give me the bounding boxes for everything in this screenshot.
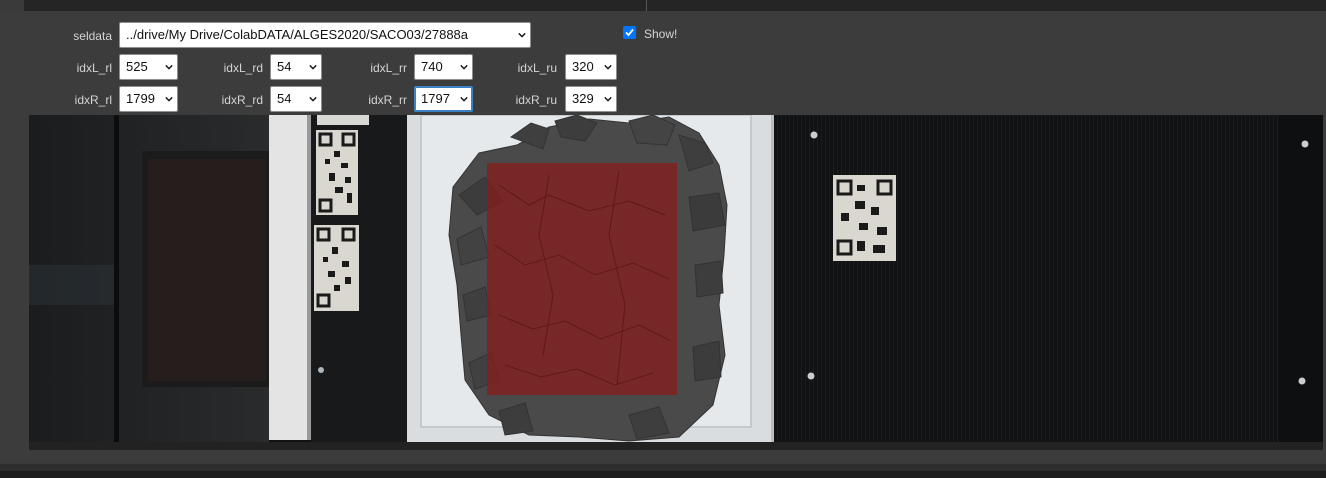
chevron-down-icon xyxy=(165,96,173,102)
chevron-down-icon xyxy=(604,64,612,70)
idxL-rr-value: 740 xyxy=(421,59,443,74)
sample-photo xyxy=(29,115,1323,450)
idxR-rd-label: idxR_rd xyxy=(221,93,263,107)
idxR-rr-dropdown[interactable]: 1797 xyxy=(414,86,473,112)
top-panel-strip xyxy=(0,0,1326,11)
qr-code-3 xyxy=(833,175,896,261)
chevron-down-icon xyxy=(460,96,468,102)
bottom-panel-divider xyxy=(0,459,1326,464)
chevron-down-icon xyxy=(518,32,526,38)
checkmark-icon xyxy=(625,28,634,37)
idxL-rl-label: idxL_rl xyxy=(76,61,112,75)
idxR-ru-dropdown[interactable]: 329 xyxy=(565,86,617,112)
chevron-down-icon xyxy=(604,96,612,102)
chevron-down-icon xyxy=(309,64,317,70)
idxR-rd-dropdown[interactable]: 54 xyxy=(270,86,322,112)
sample-image xyxy=(29,115,1323,450)
image-bottom-edge xyxy=(29,442,1323,450)
idxL-ru-label: idxL_ru xyxy=(517,61,557,75)
idxR-rr-label: idxR_rr xyxy=(368,93,407,107)
idxR-rl-label: idxR_rl xyxy=(74,93,112,107)
idxL-ru-value: 320 xyxy=(572,59,594,74)
idxL-rr-dropdown[interactable]: 740 xyxy=(414,54,473,80)
qr-code-2 xyxy=(314,225,359,311)
chevron-down-icon xyxy=(165,64,173,70)
show-checkbox-label[interactable]: Show! xyxy=(644,27,677,41)
seldata-dropdown[interactable]: ../drive/My Drive/ColabDATA/ALGES2020/SA… xyxy=(119,22,531,48)
show-checkbox[interactable] xyxy=(623,26,636,39)
idxL-rl-value: 525 xyxy=(126,59,148,74)
panel-separator xyxy=(646,0,647,11)
idxL-ru-dropdown[interactable]: 320 xyxy=(565,54,617,80)
idxR-ru-value: 329 xyxy=(572,91,594,106)
bottom-panel-strip xyxy=(0,459,1326,478)
idxL-rr-label: idxL_rr xyxy=(370,61,407,75)
idxL-rd-value: 54 xyxy=(277,59,292,74)
idxR-ru-label: idxR_ru xyxy=(515,93,557,107)
chevron-down-icon xyxy=(309,96,317,102)
qr-code-1 xyxy=(316,130,358,215)
idxR-rd-value: 54 xyxy=(277,91,292,106)
bottom-panel-edge xyxy=(0,471,1326,478)
chevron-down-icon xyxy=(460,64,468,70)
seldata-label: seldata xyxy=(73,29,112,43)
roi-overlay xyxy=(487,163,677,395)
idxL-rd-label: idxL_rd xyxy=(223,61,263,75)
panel-tab[interactable] xyxy=(0,0,24,11)
idxR-rl-dropdown[interactable]: 1799 xyxy=(119,86,178,112)
idxR-rr-value: 1797 xyxy=(421,91,450,106)
idxL-rd-dropdown[interactable]: 54 xyxy=(270,54,322,80)
idxL-rl-dropdown[interactable]: 525 xyxy=(119,54,178,80)
seldata-value: ../drive/My Drive/ColabDATA/ALGES2020/SA… xyxy=(126,27,469,42)
idxR-rl-value: 1799 xyxy=(126,91,155,106)
